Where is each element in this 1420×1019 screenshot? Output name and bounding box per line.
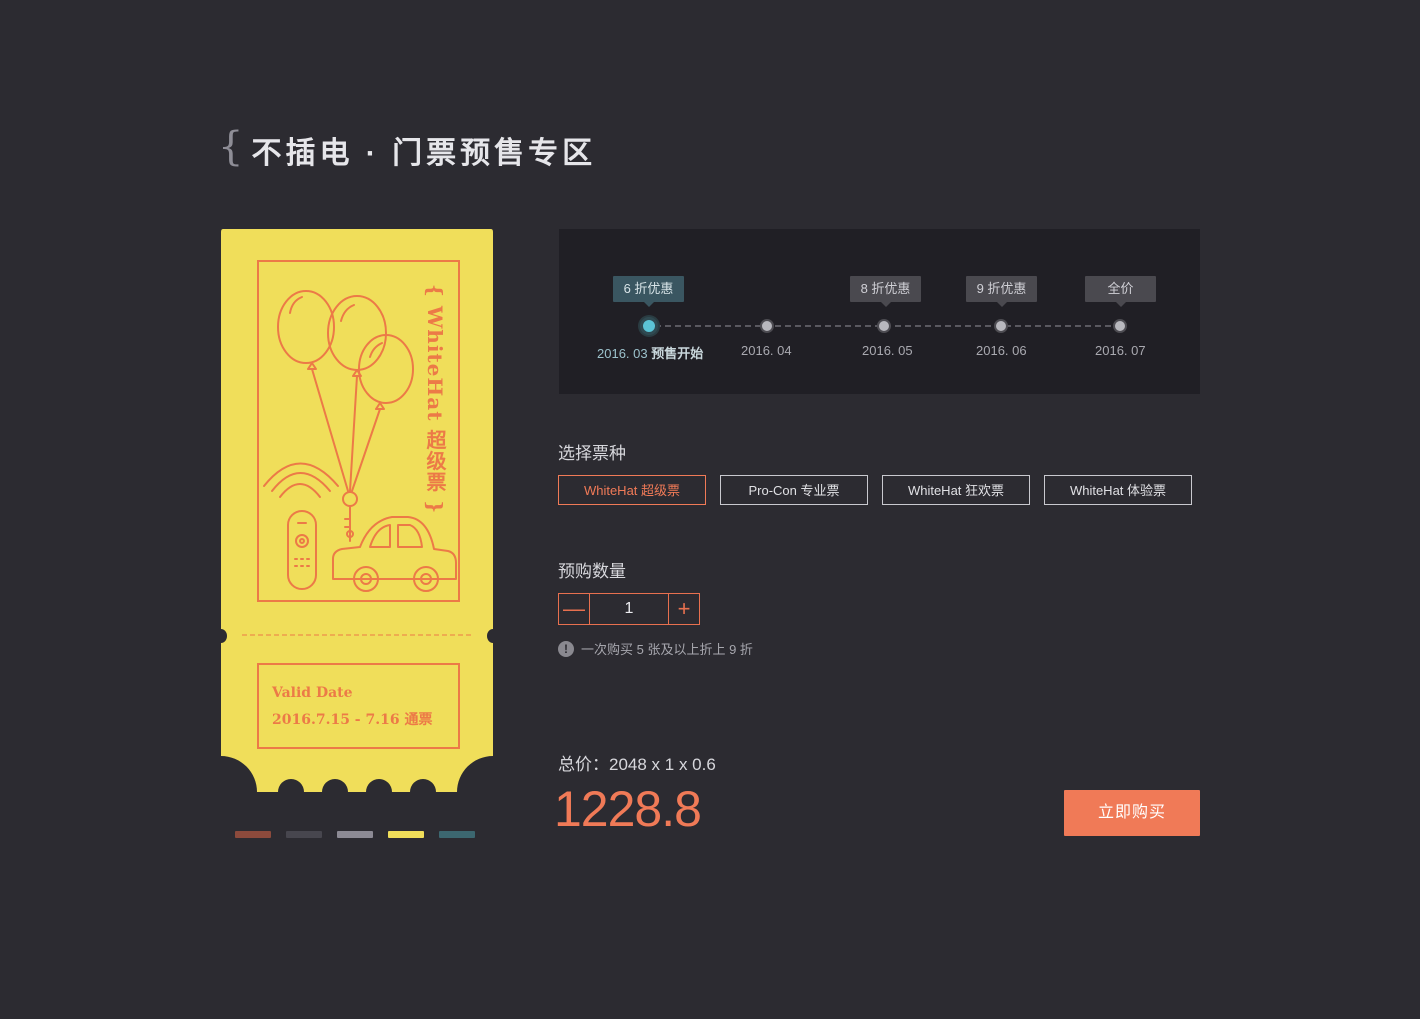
discount-hint-text: 一次购买 5 张及以上折上 9 折 — [581, 642, 753, 657]
page-title-text: 不插电 · 门票预售专区 — [251, 137, 597, 170]
ticket-type-whitehat-carnival[interactable]: WhiteHat 狂欢票 — [882, 475, 1030, 505]
color-swatches — [235, 831, 475, 838]
page-title: { 不插电 · 门票预售专区 — [218, 124, 597, 172]
quantity-increase-button[interactable]: + — [668, 594, 699, 624]
timeline-date: 2016. 07 — [1095, 343, 1146, 358]
timeline-date-note: 预售开始 — [651, 346, 704, 361]
total-formula: 总价：2048 x 1 x 0.6 — [558, 755, 716, 774]
quantity-label: 预购数量 — [558, 562, 626, 581]
timeline-date: 2016. 05 — [862, 343, 913, 358]
ticket-brand: { WhiteHat 超级票 } — [423, 284, 447, 515]
timeline-date: 2016. 03 预售开始 — [597, 343, 703, 362]
timeline-date: 2016. 06 — [976, 343, 1027, 358]
ticket-type-options: WhiteHat 超级票 Pro-Con 专业票 WhiteHat 狂欢票 Wh… — [558, 475, 1192, 505]
timeline-dot — [1113, 319, 1127, 333]
quantity-stepper: — + — [558, 593, 700, 625]
valid-date-label: Valid Date — [272, 685, 353, 701]
swatch-dark[interactable] — [286, 831, 322, 838]
presale-timeline: 6 折优惠 8 折优惠 9 折优惠 全价 2016. 03 预售开始 2016.… — [559, 229, 1200, 394]
timeline-date: 2016. 04 — [741, 343, 792, 358]
valid-date-value: 2016.7.15 - 7.16 通票 — [272, 712, 433, 728]
timeline-dot — [877, 319, 891, 333]
timeline-dot — [994, 319, 1008, 333]
discount-hint: ! 一次购买 5 张及以上折上 9 折 — [558, 639, 753, 658]
swatch-yellow[interactable] — [388, 831, 424, 838]
tag-full-price: 全价 — [1085, 276, 1156, 307]
tag-80-off: 8 折优惠 — [850, 276, 921, 307]
brace-icon: { — [218, 124, 244, 170]
swatch-teal[interactable] — [439, 831, 475, 838]
timeline-dot — [760, 319, 774, 333]
buy-now-button[interactable]: 立即购买 — [1064, 790, 1200, 836]
timeline-dot-active — [640, 317, 658, 335]
tag-60-off: 6 折优惠 — [613, 276, 684, 307]
ticket-type-whitehat-super[interactable]: WhiteHat 超级票 — [558, 475, 706, 505]
ticket-type-label: 选择票种 — [558, 444, 626, 463]
quantity-decrease-button[interactable]: — — [559, 594, 590, 624]
total-price: 1228.8 — [554, 781, 702, 837]
quantity-input[interactable] — [590, 594, 668, 624]
swatch-brown[interactable] — [235, 831, 271, 838]
info-icon: ! — [558, 640, 574, 657]
swatch-gray[interactable] — [337, 831, 373, 838]
ticket-type-whitehat-trial[interactable]: WhiteHat 体验票 — [1044, 475, 1192, 505]
timeline-date-value: 2016. 03 — [597, 346, 648, 361]
ticket-type-procon[interactable]: Pro-Con 专业票 — [720, 475, 868, 505]
tag-90-off: 9 折优惠 — [966, 276, 1037, 307]
